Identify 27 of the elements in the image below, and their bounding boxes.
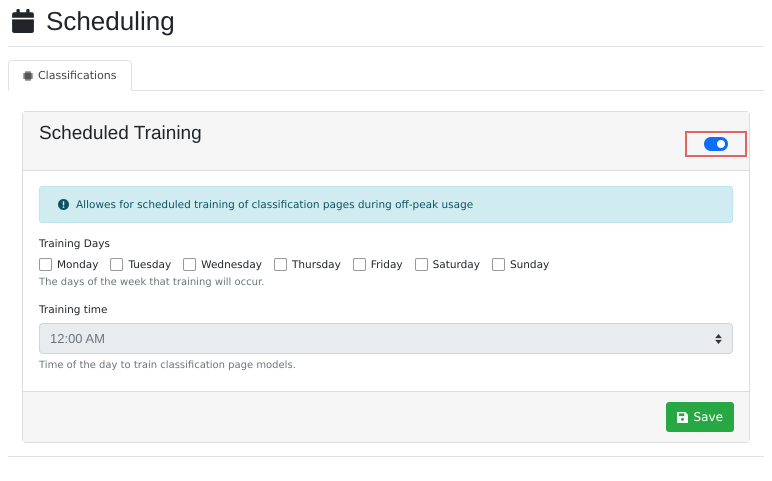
field-label: Training time (39, 304, 108, 316)
checkbox-label[interactable]: Wednesday (201, 258, 262, 270)
checkbox[interactable] (110, 258, 124, 271)
card-title: Scheduled Training (39, 123, 202, 145)
checkbox[interactable] (39, 258, 52, 271)
tab[interactable]: Classifications (8, 60, 132, 91)
help-text: Time of the day to train classification page models. (39, 360, 297, 371)
checkbox-label[interactable]: Tuesday (128, 258, 172, 270)
field-label: Training Days (39, 238, 111, 250)
calendar-icon (12, 9, 34, 33)
page-title: Scheduling (46, 6, 175, 36)
checkbox[interactable] (492, 258, 505, 271)
chip-icon (23, 70, 33, 80)
alert-text: Allowes for scheduled training of classification pages during off-peak usage (76, 198, 474, 210)
checkbox-label[interactable]: Saturday (432, 258, 480, 270)
checkbox-label[interactable]: Thursday (292, 258, 341, 270)
checkbox[interactable] (183, 258, 196, 271)
checkbox[interactable] (352, 258, 366, 271)
checkbox-label[interactable]: Monday (57, 258, 98, 270)
checkbox[interactable] (414, 258, 428, 271)
help-text: The days of the week that training will occur. (39, 277, 266, 288)
checkbox[interactable] (274, 258, 287, 271)
checkbox-label[interactable]: Sunday (510, 258, 550, 270)
toggle-switch[interactable] (704, 136, 728, 150)
sort-caret-icon (715, 334, 722, 344)
checkbox-label[interactable]: Friday (370, 258, 403, 270)
exclamation-icon (58, 199, 69, 210)
